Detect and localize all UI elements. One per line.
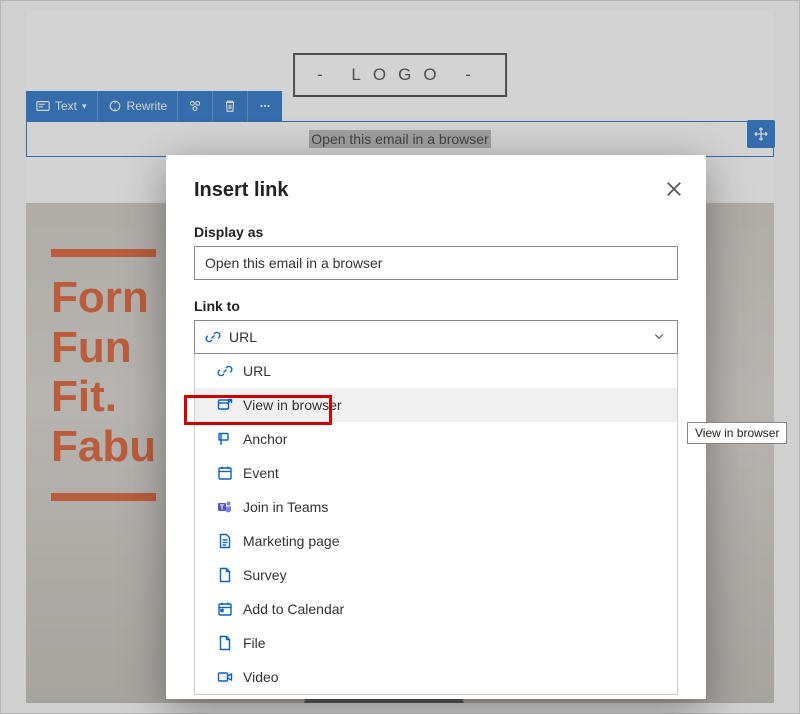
option-anchor[interactable]: Anchor bbox=[195, 422, 677, 456]
video-icon bbox=[217, 669, 233, 685]
url-icon bbox=[217, 363, 233, 379]
option-add-to-calendar[interactable]: Add to Calendar bbox=[195, 592, 677, 626]
option-file[interactable]: File bbox=[195, 626, 677, 660]
option-join-in-teams[interactable]: T Join in Teams bbox=[195, 490, 677, 524]
event-icon bbox=[217, 465, 233, 481]
close-button[interactable] bbox=[664, 179, 684, 199]
teams-icon: T bbox=[217, 499, 233, 515]
option-label: URL bbox=[243, 363, 271, 379]
link-to-options-list: URL View in browser Anchor Event T Join … bbox=[194, 354, 678, 695]
insert-link-dialog: Insert link Display as Link to URL URL V… bbox=[166, 155, 706, 699]
option-label: Join in Teams bbox=[243, 499, 328, 515]
browser-icon bbox=[217, 397, 233, 413]
file-icon bbox=[217, 635, 233, 651]
option-video[interactable]: Video bbox=[195, 660, 677, 694]
close-icon bbox=[664, 179, 684, 199]
tooltip: View in browser bbox=[687, 422, 787, 444]
option-label: Video bbox=[243, 669, 279, 685]
option-label: Event bbox=[243, 465, 279, 481]
option-label: Anchor bbox=[243, 431, 287, 447]
url-icon bbox=[205, 329, 221, 345]
option-label: View in browser bbox=[243, 397, 342, 413]
survey-icon bbox=[217, 567, 233, 583]
option-label: Survey bbox=[243, 567, 287, 583]
option-label: Marketing page bbox=[243, 533, 340, 549]
chevron-down-icon bbox=[653, 329, 665, 345]
option-survey[interactable]: Survey bbox=[195, 558, 677, 592]
svg-text:T: T bbox=[220, 505, 225, 512]
page-icon bbox=[217, 533, 233, 549]
dialog-title: Insert link bbox=[194, 179, 678, 202]
option-marketing-page[interactable]: Marketing page bbox=[195, 524, 677, 558]
option-label: Add to Calendar bbox=[243, 601, 344, 617]
display-as-label: Display as bbox=[194, 224, 678, 240]
option-url[interactable]: URL bbox=[195, 354, 677, 388]
option-view-in-browser[interactable]: View in browser bbox=[195, 388, 677, 422]
display-as-input[interactable] bbox=[194, 246, 678, 280]
link-to-label: Link to bbox=[194, 298, 678, 314]
anchor-icon bbox=[217, 431, 233, 447]
option-label: File bbox=[243, 635, 266, 651]
calendar-icon bbox=[217, 601, 233, 617]
link-to-dropdown[interactable]: URL bbox=[194, 320, 678, 354]
option-event[interactable]: Event bbox=[195, 456, 677, 490]
link-to-selected-value: URL bbox=[229, 329, 257, 345]
